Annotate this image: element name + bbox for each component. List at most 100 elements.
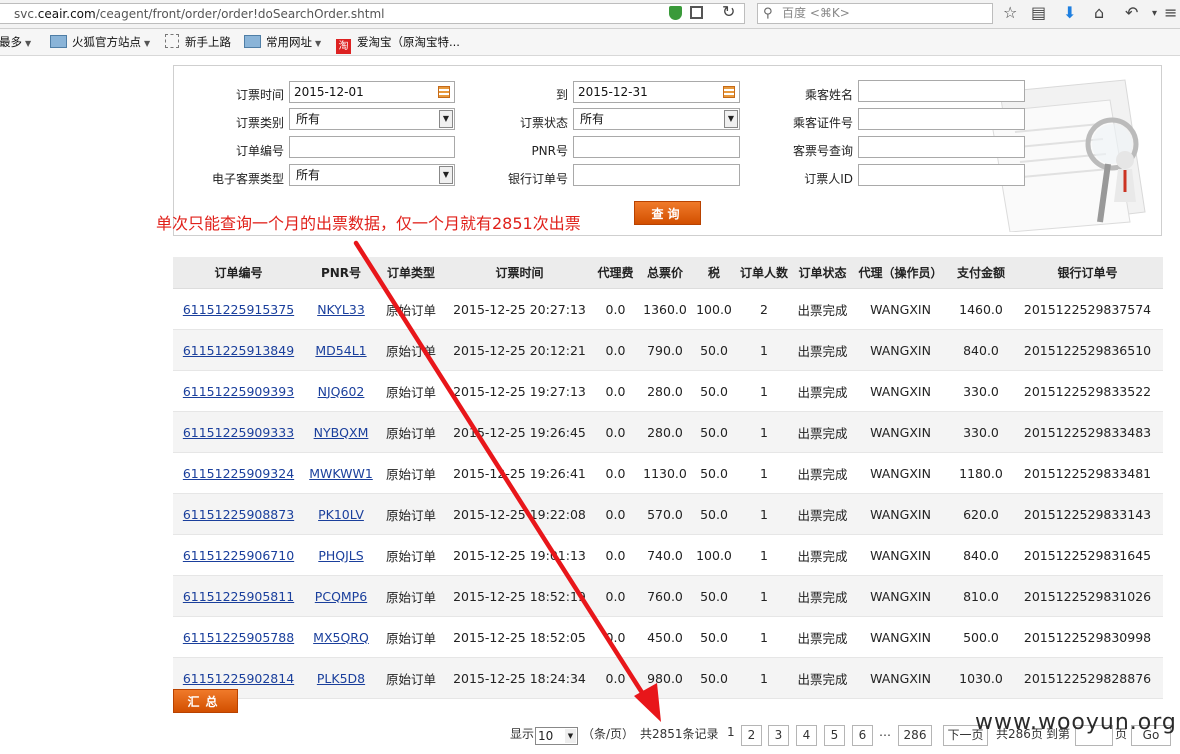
eticket-type-label: 电子客票类型 <box>211 172 284 186</box>
bank-order-label: 银行订单号 <box>507 172 568 186</box>
pnr-link[interactable]: MD54L1 <box>315 343 366 358</box>
table-cell: 2015-12-25 19:26:41 <box>444 452 595 494</box>
chevron-down-icon: ▼ <box>565 729 576 743</box>
table-cell: MX5QRQ <box>304 616 378 658</box>
table-cell: NKYL33 <box>304 288 378 330</box>
booker-id-input[interactable] <box>858 164 1025 186</box>
table-cell: 0.0 <box>595 329 636 371</box>
ticket-query-input[interactable] <box>858 136 1025 158</box>
watermark: www.wooyun.org <box>975 710 1177 735</box>
table-cell: 2015-12-25 20:27:13 <box>444 288 595 330</box>
bookmark-getting-started[interactable]: 新手上路 <box>165 33 231 51</box>
page-link-3[interactable]: 3 <box>768 725 789 746</box>
shield-icon[interactable] <box>669 6 682 20</box>
table-cell: 61151225909393 <box>173 370 304 412</box>
table-cell: 1 <box>734 329 794 371</box>
order-number-link[interactable]: 61151225905788 <box>183 630 294 645</box>
pnr-link[interactable]: MX5QRQ <box>313 630 369 645</box>
search-input[interactable]: ⚲ 百度 <⌘K> <box>757 3 993 24</box>
order-number-link[interactable]: 61151225906710 <box>183 548 294 563</box>
table-cell: 2015122529830998 <box>1012 616 1163 658</box>
order-number-link[interactable]: 61151225909333 <box>183 425 294 440</box>
table-cell: 0.0 <box>595 657 636 699</box>
table-cell: 原始订单 <box>378 534 444 576</box>
calendar-icon[interactable] <box>723 86 735 98</box>
home-icon[interactable]: ⌂ <box>1094 3 1104 22</box>
pnr-input[interactable] <box>573 136 740 158</box>
bookmark-firefox-official[interactable]: 火狐官方站点 ▼ <box>50 33 150 53</box>
eticket-type-select[interactable]: 所有 ▼ <box>289 164 455 186</box>
bookmark-star-icon[interactable]: ☆ <box>1003 3 1017 22</box>
page-link-6[interactable]: 6 <box>852 725 873 746</box>
order-no-input[interactable] <box>289 136 455 158</box>
table-cell: 0.0 <box>595 493 636 535</box>
page-size-select[interactable]: 10 ▼ <box>535 727 578 745</box>
summary-button[interactable]: 汇总 <box>173 689 238 713</box>
bookmark-aitaobao[interactable]: 淘爱淘宝（原淘宝特... <box>336 33 460 54</box>
table-cell: 500.0 <box>950 616 1012 658</box>
table-cell: 280.0 <box>636 370 694 412</box>
order-type-select[interactable]: 所有 ▼ <box>289 108 455 130</box>
chevron-down-icon[interactable]: ▾ <box>1152 8 1157 19</box>
query-button[interactable]: 查询 <box>634 201 701 225</box>
order-number-link[interactable]: 61151225905811 <box>183 589 294 604</box>
pnr-link[interactable]: MWKWW1 <box>309 466 373 481</box>
bookmark-most-visited[interactable]: 访问最多▼ <box>0 33 31 53</box>
table-cell: 0.0 <box>595 288 636 330</box>
calendar-icon[interactable] <box>438 86 450 98</box>
table-cell: 1 <box>734 370 794 412</box>
table-cell: 330.0 <box>950 370 1012 412</box>
pnr-link[interactable]: PCQMP6 <box>315 589 367 604</box>
table-cell: PK10LV <box>304 493 378 535</box>
table-cell: WANGXIN <box>851 575 950 617</box>
search-placeholder: 百度 <⌘K> <box>782 6 850 20</box>
order-number-link[interactable]: 61151225909324 <box>183 466 294 481</box>
pnr-link[interactable]: NYBQXM <box>314 425 369 440</box>
table-cell: 1180.0 <box>950 452 1012 494</box>
menu-icon[interactable]: ≡ <box>1164 3 1177 22</box>
reading-list-icon[interactable]: ▤ <box>1031 3 1046 22</box>
table-cell: 0.0 <box>595 534 636 576</box>
chevron-down-icon: ▼ <box>439 110 453 128</box>
page-link-2[interactable]: 2 <box>741 725 762 746</box>
order-status-label: 订票状态 <box>519 116 568 130</box>
table-header-row: 订单编号 PNR号 订单类型 订票时间 代理费 总票价税订单人数 订单状态 代理（操作员） 支付… <box>173 257 1163 289</box>
table-row: 61151225909333 NYBQXM 原始订单 2015-12-25 19:26… <box>173 411 1163 453</box>
table-cell: WANGXIN <box>851 493 950 535</box>
search-icon: ⚲ <box>763 6 773 21</box>
passenger-id-input[interactable] <box>858 108 1025 130</box>
reload-icon[interactable]: ↻ <box>722 2 735 21</box>
page-link-last[interactable]: 286 <box>898 725 932 746</box>
pnr-link[interactable]: PK10LV <box>318 507 364 522</box>
order-number-link[interactable]: 61151225908873 <box>183 507 294 522</box>
pnr-link[interactable]: PLK5D8 <box>317 671 365 686</box>
bookmark-common-sites[interactable]: 常用网址 ▼ <box>244 33 321 53</box>
pnr-link[interactable]: PHQJLS <box>318 548 363 563</box>
order-number-link[interactable]: 61151225902814 <box>183 671 294 686</box>
table-cell: 1130.0 <box>636 452 694 494</box>
table-cell: WANGXIN <box>851 370 950 412</box>
passenger-name-input[interactable] <box>858 80 1025 102</box>
table-cell: 1 <box>734 534 794 576</box>
page-link-4[interactable]: 4 <box>796 725 817 746</box>
order-number-link[interactable]: 61151225915375 <box>183 302 294 317</box>
download-icon[interactable]: ⬇ <box>1063 3 1076 22</box>
address-bar[interactable]: svc.ceair.com/ceagent/front/order/order!… <box>0 3 745 24</box>
order-number-link[interactable]: 61151225913849 <box>183 343 294 358</box>
back-history-icon[interactable]: ↶ <box>1125 3 1138 22</box>
bank-order-input[interactable] <box>573 164 740 186</box>
table-cell: 760.0 <box>636 575 694 617</box>
pnr-label: PNR号 <box>531 144 568 158</box>
order-status-select[interactable]: 所有 ▼ <box>573 108 740 130</box>
qr-code-icon[interactable] <box>690 6 703 19</box>
page-link-5[interactable]: 5 <box>824 725 845 746</box>
order-time-from-input[interactable]: 2015-12-01 <box>289 81 455 103</box>
table-cell: 2015122529833481 <box>1012 452 1163 494</box>
order-time-to-input[interactable]: 2015-12-31 <box>573 81 740 103</box>
table-cell: 1 <box>734 657 794 699</box>
pnr-link[interactable]: NJQ602 <box>318 384 365 399</box>
pnr-link[interactable]: NKYL33 <box>317 302 365 317</box>
column-header: 订单状态 <box>794 257 851 289</box>
order-number-link[interactable]: 61151225909393 <box>183 384 294 399</box>
booker-id-label: 订票人ID <box>804 172 853 186</box>
